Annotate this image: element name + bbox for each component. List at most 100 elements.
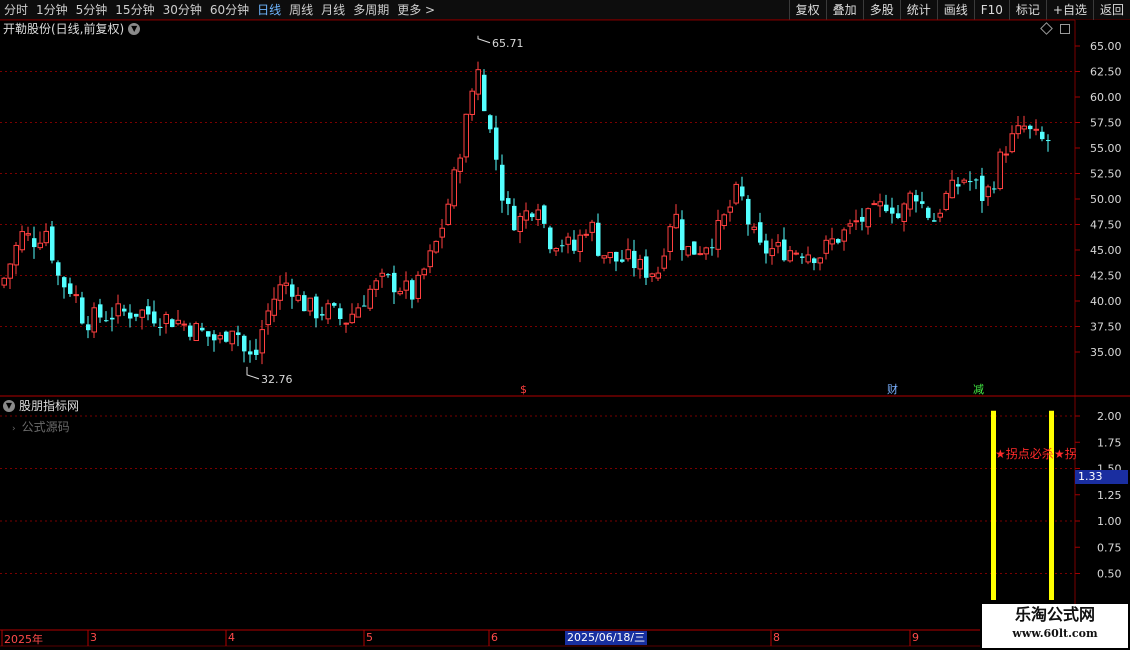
candle-body — [572, 239, 577, 251]
candle-body — [727, 206, 733, 213]
candle — [860, 208, 865, 231]
candle-body — [146, 306, 151, 315]
candle-body — [332, 303, 337, 306]
candle-body — [56, 262, 61, 276]
candle — [332, 302, 337, 308]
candle-body — [667, 226, 673, 252]
candle — [614, 251, 619, 272]
candle-body — [248, 351, 253, 355]
indicator-tick-label: 1.25 — [1097, 489, 1122, 502]
candle-body — [949, 179, 955, 199]
candle — [181, 320, 187, 331]
candle — [932, 213, 937, 222]
candle-body — [625, 249, 631, 260]
candle-body — [841, 229, 847, 242]
kline-chart[interactable]: 65.00 62.50 60.00 57.50 55.00 52.50 50.00 47.50… — [0, 0, 1130, 650]
candle-body — [1046, 140, 1051, 142]
candle — [242, 334, 247, 363]
candle-body — [457, 157, 463, 172]
candle-body — [265, 310, 271, 326]
chevron-down-icon[interactable]: ▼ — [3, 400, 15, 412]
candle — [367, 285, 373, 312]
candle-body — [397, 290, 403, 295]
candle — [530, 211, 535, 222]
candle-body — [163, 313, 169, 324]
candle-body — [829, 238, 835, 245]
candle-body — [764, 240, 769, 254]
candle-body — [637, 258, 643, 270]
candle-body — [229, 330, 235, 345]
candle — [410, 278, 415, 309]
indicator-tick-label: 1.75 — [1097, 436, 1122, 449]
candle-body — [596, 222, 601, 256]
candle-body — [805, 254, 811, 263]
candle-body — [115, 303, 121, 317]
candle-body — [158, 326, 163, 328]
candle-body — [320, 314, 325, 316]
candle-body — [482, 74, 487, 112]
candle — [943, 190, 949, 212]
formula-source-link[interactable]: › 公式源码 — [12, 418, 70, 435]
candle-body — [992, 188, 997, 190]
candle — [32, 226, 37, 259]
candle-body — [200, 327, 205, 331]
candle — [463, 113, 469, 163]
time-label: 5 — [366, 631, 373, 644]
candle — [715, 209, 721, 258]
candle — [403, 271, 409, 299]
candle — [217, 332, 223, 344]
candle — [1033, 119, 1039, 136]
candle — [620, 250, 625, 263]
candle — [673, 204, 679, 229]
candle-body — [661, 255, 667, 269]
candle — [560, 239, 565, 253]
candle-body — [614, 251, 619, 262]
candle — [661, 248, 667, 272]
candle-body — [314, 296, 319, 319]
candle-body — [565, 236, 571, 245]
candle — [721, 213, 727, 230]
candle-body — [775, 241, 781, 247]
price-tick-label: 37.50 — [1090, 321, 1122, 334]
low-marker — [246, 366, 260, 380]
candle-body — [985, 186, 991, 198]
candle — [37, 231, 43, 250]
signal-bar — [1049, 410, 1054, 600]
high-marker — [477, 35, 491, 44]
candle — [110, 307, 115, 332]
time-label: 4 — [228, 631, 235, 644]
candle — [847, 219, 853, 235]
candle — [265, 303, 271, 335]
candle-body — [1033, 128, 1039, 131]
candle-body — [43, 230, 49, 244]
candle-body — [968, 181, 973, 183]
candle-body — [349, 313, 355, 324]
candle-body — [517, 215, 523, 233]
price-tick-label: 40.00 — [1090, 295, 1122, 308]
candle — [254, 338, 259, 361]
time-label: 3 — [90, 631, 97, 644]
candle-body — [847, 223, 853, 227]
candle — [535, 203, 541, 227]
candle — [415, 271, 421, 303]
candle — [901, 202, 907, 232]
candle — [596, 213, 601, 257]
candle — [829, 227, 835, 251]
candle — [517, 212, 523, 244]
candle — [523, 202, 529, 229]
candle — [800, 253, 805, 264]
candle-body — [128, 312, 133, 319]
candle — [86, 316, 91, 339]
candle-body — [427, 250, 433, 268]
candle — [692, 241, 697, 255]
candle — [421, 267, 427, 280]
candle — [853, 209, 859, 231]
candle-body — [721, 214, 727, 226]
candle-body — [877, 201, 883, 207]
candle-body — [212, 334, 217, 341]
candle — [548, 225, 553, 254]
candle — [236, 325, 241, 347]
indicator-tick-label: 0.75 — [1097, 541, 1122, 554]
candle-body — [853, 220, 859, 223]
candle — [302, 291, 307, 312]
